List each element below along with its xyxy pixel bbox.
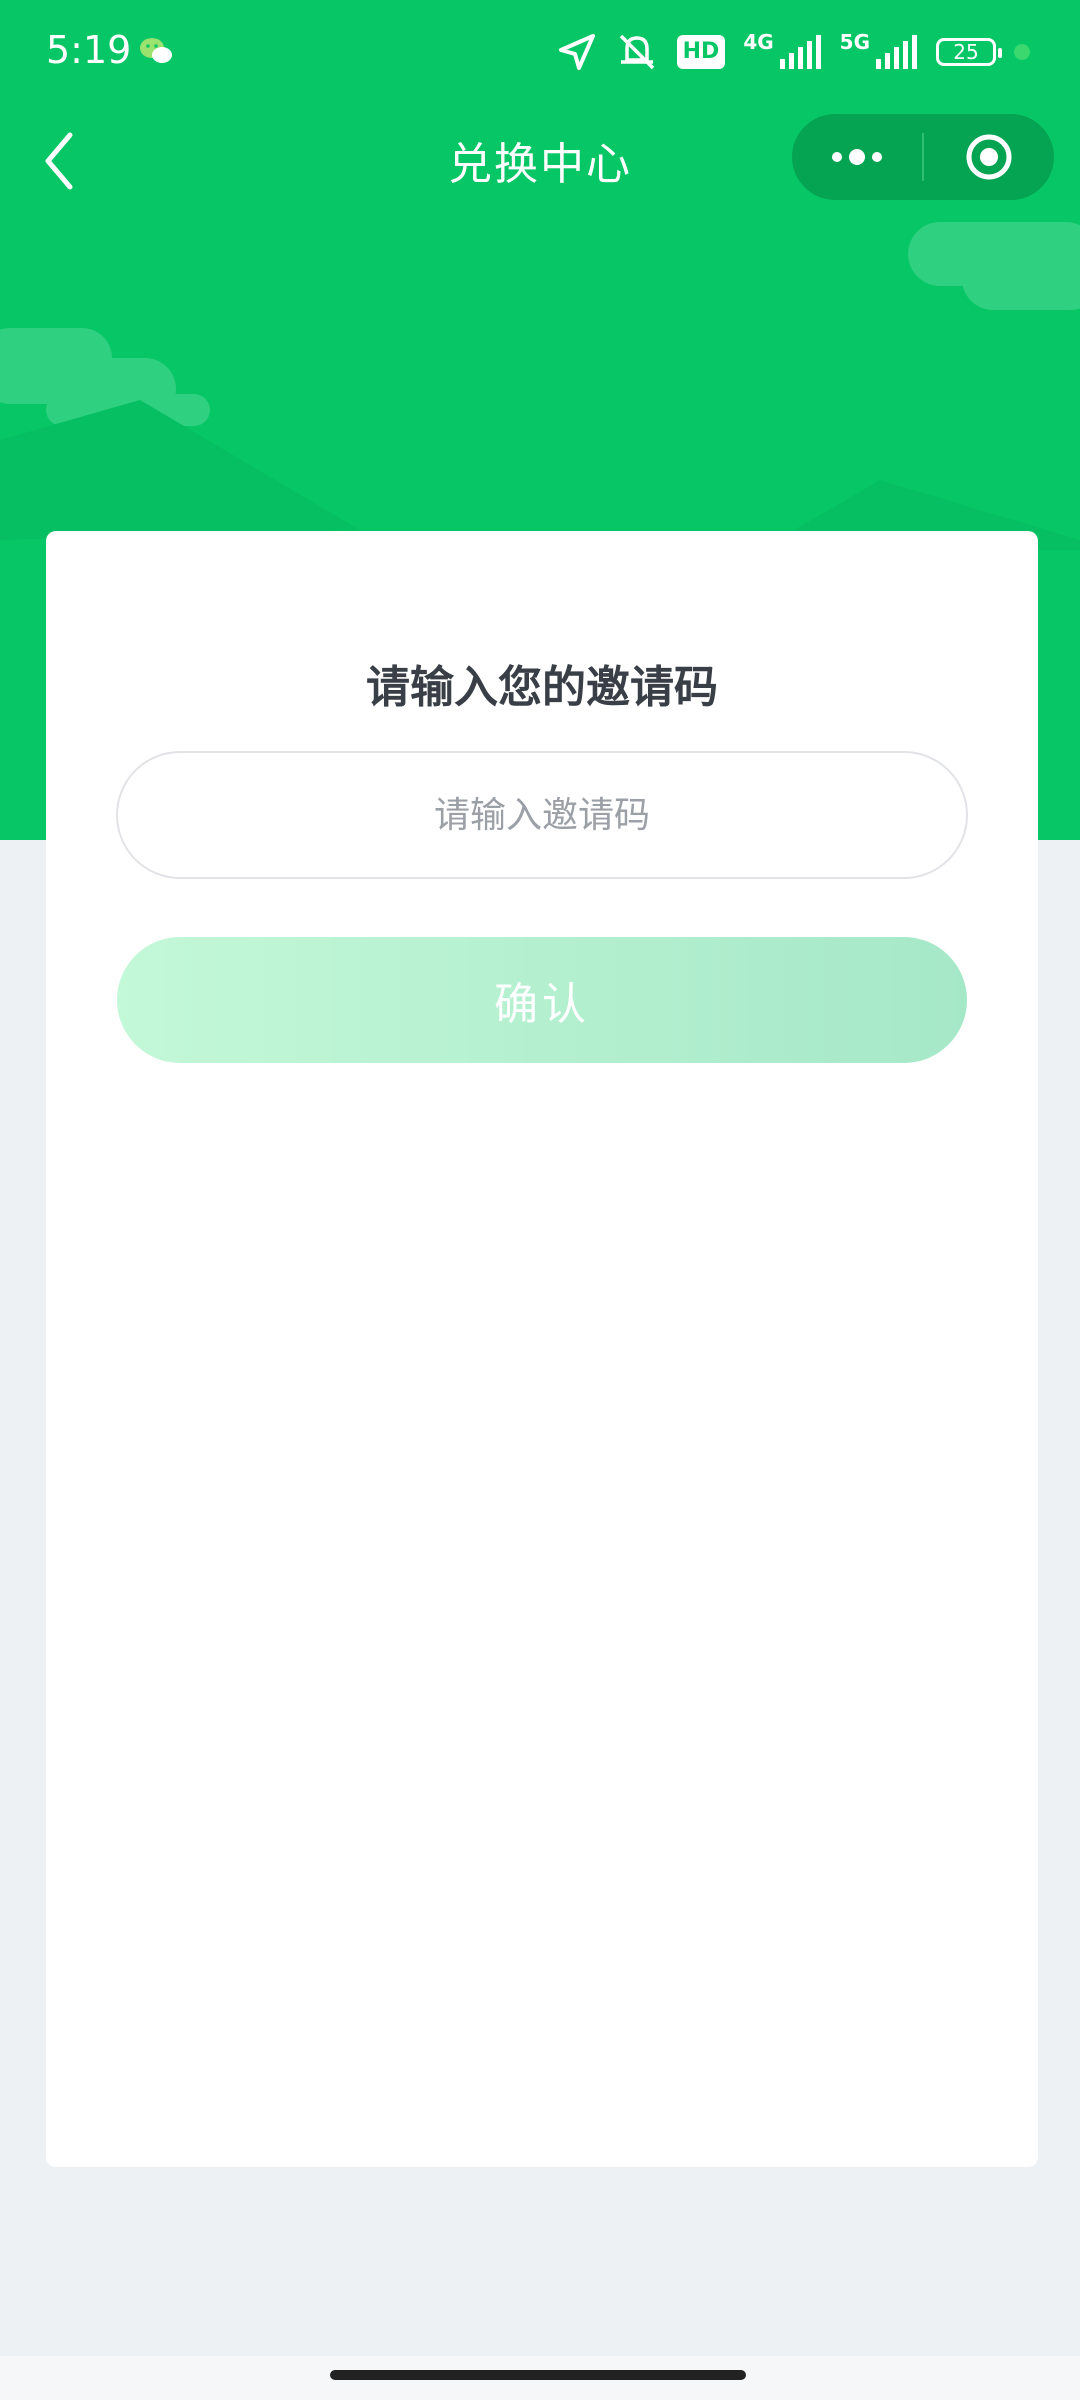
more-icon bbox=[832, 149, 882, 165]
signal-icon bbox=[876, 35, 917, 69]
invite-code-input[interactable] bbox=[116, 751, 968, 879]
hd-badge: HD bbox=[676, 35, 726, 69]
confirm-button[interactable]: 确认 bbox=[117, 937, 967, 1063]
redeem-card: 请输入您的邀请码 确认 bbox=[46, 531, 1038, 2167]
card-title: 请输入您的邀请码 bbox=[366, 662, 718, 713]
home-indicator[interactable] bbox=[330, 2370, 746, 2380]
privacy-indicator-dot bbox=[1014, 44, 1030, 60]
wechat-icon bbox=[140, 38, 172, 63]
mute-icon bbox=[619, 34, 654, 70]
status-bar: 5:19 HD 4G 5G 25 bbox=[0, 0, 1080, 100]
signal-icon bbox=[779, 35, 821, 69]
cloud-decoration bbox=[962, 248, 1080, 310]
battery-level: 25 bbox=[953, 40, 979, 64]
close-miniprogram-button[interactable] bbox=[924, 114, 1054, 200]
more-button[interactable] bbox=[792, 114, 922, 200]
network-type-1: 4G bbox=[743, 30, 774, 54]
miniprogram-capsule bbox=[792, 114, 1054, 200]
location-icon bbox=[558, 34, 595, 70]
status-time: 5:19 bbox=[46, 28, 132, 72]
close-target-icon bbox=[966, 134, 1012, 180]
network-type-2: 5G bbox=[839, 30, 870, 54]
status-icons: HD 4G 5G 25 bbox=[557, 30, 1030, 74]
battery-icon: 25 bbox=[936, 38, 1002, 66]
